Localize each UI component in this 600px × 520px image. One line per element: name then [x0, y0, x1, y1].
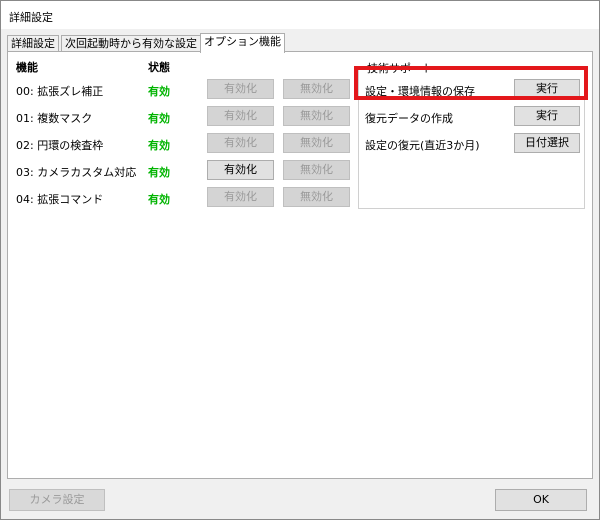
enable-button-00[interactable]: 有効化 [207, 79, 274, 99]
ok-button[interactable]: OK [495, 489, 587, 511]
enable-button-01[interactable]: 有効化 [207, 106, 274, 126]
create-restore-data-execute-button[interactable]: 実行 [514, 106, 580, 126]
disable-button-01[interactable]: 無効化 [283, 106, 350, 126]
enable-button-04[interactable]: 有効化 [207, 187, 274, 207]
status-badge-04: 有効 [148, 193, 170, 206]
enable-button-03[interactable]: 有効化 [207, 160, 274, 180]
create-restore-data-label: 復元データの作成 [365, 112, 453, 125]
feature-label-04: 04: 拡張コマンド [16, 193, 104, 206]
status-badge-00: 有効 [148, 85, 170, 98]
disable-button-04[interactable]: 無効化 [283, 187, 350, 207]
tab-next-startup-settings[interactable]: 次回起動時から有効な設定 [61, 35, 201, 52]
status-badge-03: 有効 [148, 166, 170, 179]
settings-window: 詳細設定 詳細設定 次回起動時から有効な設定 オプション機能 機能 状態 00:… [0, 0, 600, 520]
feature-label-02: 02: 円環の検査枠 [16, 139, 104, 152]
annotation-highlight-box [354, 66, 588, 100]
status-badge-01: 有効 [148, 112, 170, 125]
window-title: 詳細設定 [9, 11, 53, 24]
status-badge-02: 有効 [148, 139, 170, 152]
title-bar: 詳細設定 [1, 1, 599, 29]
select-date-button[interactable]: 日付選択 [514, 133, 580, 153]
tab-detailed-settings[interactable]: 詳細設定 [7, 35, 59, 52]
feature-label-01: 01: 複数マスク [16, 112, 93, 125]
tab-optional-features[interactable]: オプション機能 [200, 33, 285, 53]
disable-button-00[interactable]: 無効化 [283, 79, 350, 99]
feature-column-header: 機能 [16, 61, 38, 74]
enable-button-02[interactable]: 有効化 [207, 133, 274, 153]
options-panel: 機能 状態 00: 拡張ズレ補正 有効 有効化 無効化 01: 複数マスク 有効… [7, 51, 593, 479]
feature-label-00: 00: 拡張ズレ補正 [16, 85, 104, 98]
disable-button-02[interactable]: 無効化 [283, 133, 350, 153]
status-column-header: 状態 [148, 61, 170, 74]
feature-label-03: 03: カメラカスタム対応 [16, 166, 137, 179]
restore-settings-label: 設定の復元(直近3か月) [365, 139, 480, 152]
disable-button-03[interactable]: 無効化 [283, 160, 350, 180]
camera-settings-button[interactable]: カメラ設定 [9, 489, 105, 511]
